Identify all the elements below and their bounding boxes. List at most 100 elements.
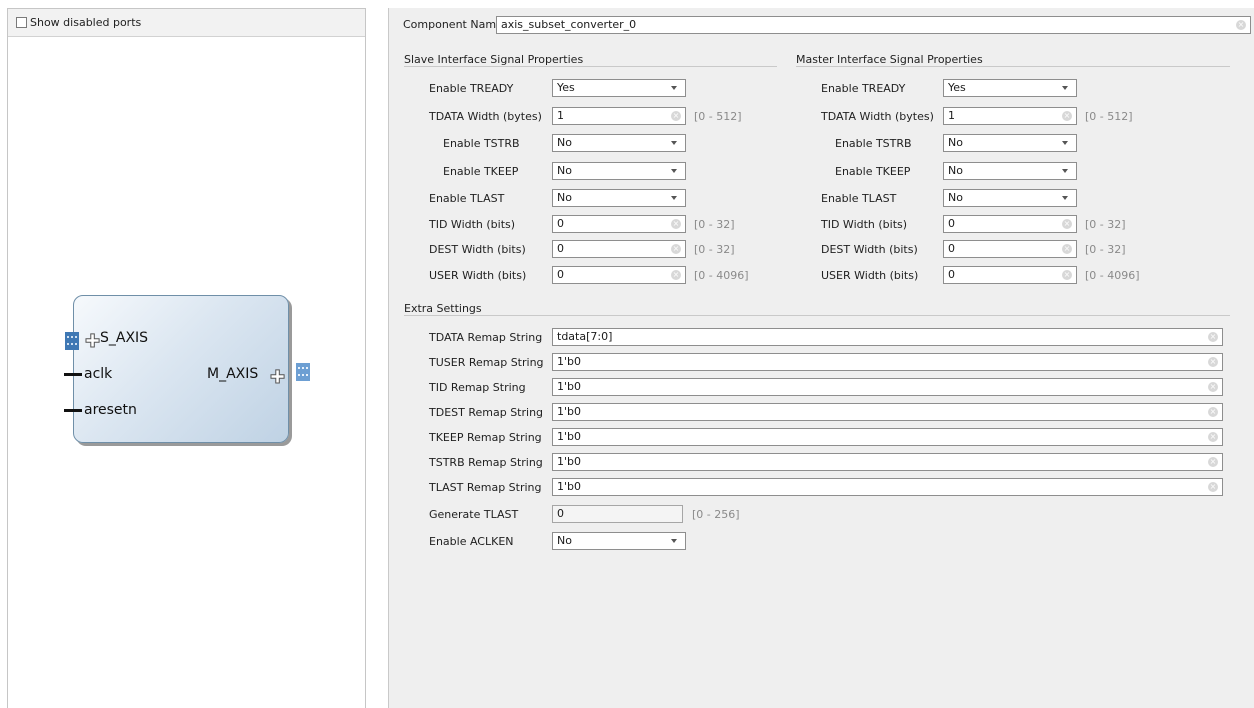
slave-dest-width-input[interactable]: 0 ×: [552, 240, 686, 258]
component-name-input[interactable]: axis_subset_converter_0 ×: [496, 16, 1251, 34]
master-enable-tkeep-label: Enable TKEEP: [835, 165, 911, 178]
slave-enable-tready-label: Enable TREADY: [429, 82, 514, 95]
clear-icon[interactable]: ×: [1062, 270, 1072, 280]
symbol-toolbar: Show disabled ports: [8, 9, 365, 37]
slave-enable-tready-select[interactable]: Yes: [552, 79, 686, 97]
chevron-down-icon: [671, 196, 677, 200]
tstrb-remap-input[interactable]: 1'b0 ×: [552, 453, 1223, 471]
master-user-width-input[interactable]: 0 ×: [943, 266, 1077, 284]
slave-tdata-width-input[interactable]: 1 ×: [552, 107, 686, 125]
port-aclk-label: aclk: [84, 366, 113, 382]
tdata-remap-label: TDATA Remap String: [429, 331, 543, 344]
clear-icon[interactable]: ×: [1062, 219, 1072, 229]
slave-user-width-input[interactable]: 0 ×: [552, 266, 686, 284]
tid-remap-label: TID Remap String: [429, 381, 526, 394]
tdata-remap-value: tdata[7:0]: [557, 330, 613, 343]
slave-tid-width-input[interactable]: 0 ×: [552, 215, 686, 233]
chevron-down-icon: [671, 539, 677, 543]
tkeep-remap-value: 1'b0: [557, 430, 582, 443]
clear-icon[interactable]: ×: [1208, 357, 1218, 367]
clear-icon[interactable]: ×: [1062, 111, 1072, 121]
slave-enable-tstrb-value: No: [557, 136, 572, 149]
configuration-panel: Component Name axis_subset_converter_0 ×…: [388, 8, 1254, 708]
clear-icon[interactable]: ×: [1208, 407, 1218, 417]
tlast-remap-value: 1'b0: [557, 480, 582, 493]
tuser-remap-label: TUSER Remap String: [429, 356, 544, 369]
slave-enable-tstrb-select[interactable]: No: [552, 134, 686, 152]
chevron-down-icon: [671, 141, 677, 145]
slave-enable-tkeep-select[interactable]: No: [552, 162, 686, 180]
clear-icon[interactable]: ×: [1208, 482, 1218, 492]
master-tdata-width-input[interactable]: 1 ×: [943, 107, 1077, 125]
master-section-title: Master Interface Signal Properties: [796, 53, 983, 66]
generate-tlast-input[interactable]: 0: [552, 505, 683, 523]
clear-icon[interactable]: ×: [671, 111, 681, 121]
master-tid-width-input[interactable]: 0 ×: [943, 215, 1077, 233]
clear-icon[interactable]: ×: [1208, 432, 1218, 442]
chevron-down-icon: [671, 86, 677, 90]
slave-user-width-value: 0: [557, 268, 564, 281]
clear-icon[interactable]: ×: [1208, 457, 1218, 467]
slave-section-title: Slave Interface Signal Properties: [404, 53, 584, 66]
chevron-down-icon: [1062, 196, 1068, 200]
master-section-divider: [796, 66, 1230, 67]
tdest-remap-value: 1'b0: [557, 405, 582, 418]
master-enable-tstrb-select[interactable]: No: [943, 134, 1077, 152]
master-tid-width-range: [0 - 32]: [1085, 218, 1126, 231]
master-dest-width-input[interactable]: 0 ×: [943, 240, 1077, 258]
master-enable-tkeep-select[interactable]: No: [943, 162, 1077, 180]
s-axis-plus-icon[interactable]: ✚: [85, 332, 101, 351]
master-tdata-width-label: TDATA Width (bytes): [821, 110, 934, 123]
tlast-remap-label: TLAST Remap String: [429, 481, 542, 494]
generate-tlast-value: 0: [557, 507, 564, 520]
s-axis-bus-icon[interactable]: [65, 332, 79, 350]
clear-icon[interactable]: ×: [671, 244, 681, 254]
master-enable-tlast-select[interactable]: No: [943, 189, 1077, 207]
tuser-remap-value: 1'b0: [557, 355, 582, 368]
tdest-remap-input[interactable]: 1'b0 ×: [552, 403, 1223, 421]
master-dest-width-range: [0 - 32]: [1085, 243, 1126, 256]
slave-section-divider: [404, 66, 777, 67]
slave-user-width-range: [0 - 4096]: [694, 269, 749, 282]
port-aresetn-label: aresetn: [84, 402, 137, 418]
slave-enable-tlast-select[interactable]: No: [552, 189, 686, 207]
tkeep-remap-input[interactable]: 1'b0 ×: [552, 428, 1223, 446]
m-axis-plus-icon[interactable]: ✚: [270, 368, 286, 387]
enable-aclken-select[interactable]: No: [552, 532, 686, 550]
master-enable-tlast-label: Enable TLAST: [821, 192, 897, 205]
slave-tid-width-value: 0: [557, 217, 564, 230]
clear-icon[interactable]: ×: [1236, 20, 1246, 30]
master-enable-tready-select[interactable]: Yes: [943, 79, 1077, 97]
master-tdata-width-value: 1: [948, 109, 955, 122]
tuser-remap-input[interactable]: 1'b0 ×: [552, 353, 1223, 371]
master-user-width-range: [0 - 4096]: [1085, 269, 1140, 282]
chevron-down-icon: [1062, 86, 1068, 90]
clear-icon[interactable]: ×: [1208, 332, 1218, 342]
slave-dest-width-label: DEST Width (bits): [429, 243, 526, 256]
master-tdata-width-range: [0 - 512]: [1085, 110, 1133, 123]
master-dest-width-label: DEST Width (bits): [821, 243, 918, 256]
show-disabled-ports-label[interactable]: Show disabled ports: [30, 16, 141, 29]
master-enable-tkeep-value: No: [948, 164, 963, 177]
aclk-port-pin[interactable]: [64, 373, 82, 376]
aresetn-port-pin[interactable]: [64, 409, 82, 412]
slave-enable-tlast-value: No: [557, 191, 572, 204]
m-axis-bus-icon[interactable]: [296, 363, 310, 381]
clear-icon[interactable]: ×: [1062, 244, 1072, 254]
enable-aclken-value: No: [557, 534, 572, 547]
slave-enable-tkeep-label: Enable TKEEP: [443, 165, 519, 178]
master-enable-tready-value: Yes: [948, 81, 966, 94]
master-user-width-label: USER Width (bits): [821, 269, 919, 282]
slave-tdata-width-label: TDATA Width (bytes): [429, 110, 542, 123]
component-name-label: Component Name: [403, 18, 503, 31]
master-tid-width-label: TID Width (bits): [821, 218, 908, 231]
tlast-remap-input[interactable]: 1'b0 ×: [552, 478, 1223, 496]
clear-icon[interactable]: ×: [671, 219, 681, 229]
show-disabled-ports-checkbox[interactable]: [16, 17, 27, 28]
slave-tdata-width-value: 1: [557, 109, 564, 122]
tid-remap-input[interactable]: 1'b0 ×: [552, 378, 1223, 396]
extra-settings-divider: [404, 315, 1230, 316]
clear-icon[interactable]: ×: [671, 270, 681, 280]
tdata-remap-input[interactable]: tdata[7:0] ×: [552, 328, 1223, 346]
clear-icon[interactable]: ×: [1208, 382, 1218, 392]
